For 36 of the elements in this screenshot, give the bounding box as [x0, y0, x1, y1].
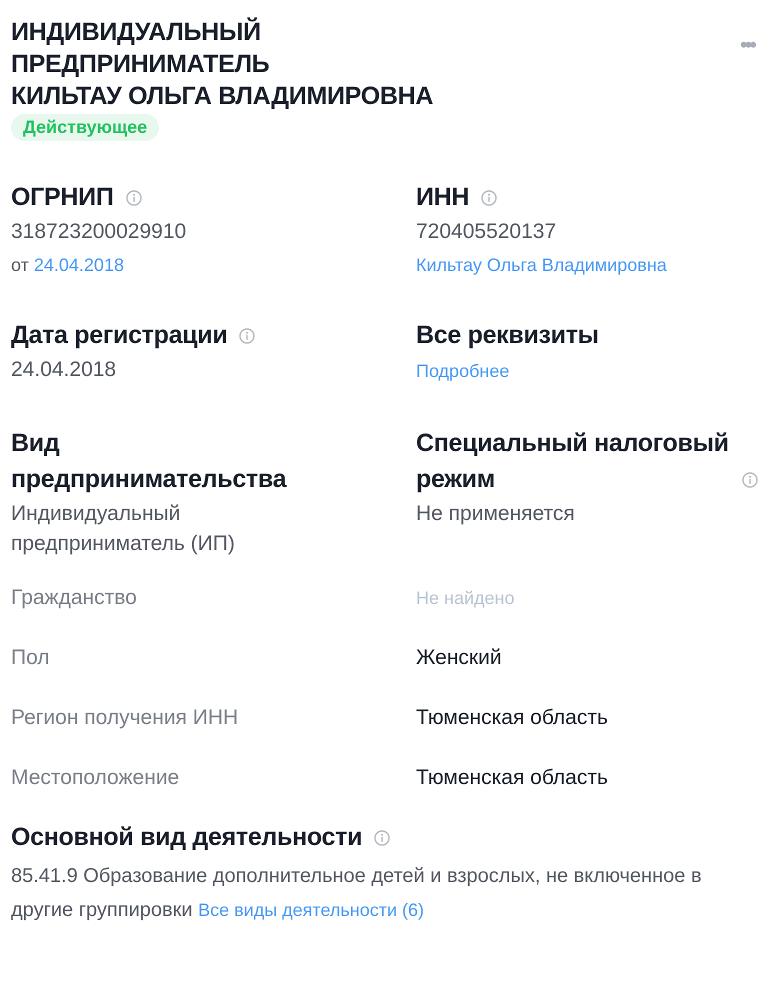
property-label: Гражданство: [11, 585, 138, 611]
info-icon[interactable]: [742, 472, 758, 488]
field-value: 24.04.2018: [11, 357, 118, 383]
info-icon[interactable]: [126, 190, 142, 206]
field-value: 720405520137: [416, 219, 558, 245]
property-value: Тюменская область: [416, 765, 609, 791]
property-label: Местоположение: [11, 765, 180, 791]
all-activities-link[interactable]: Все виды деятельности (6): [198, 900, 424, 920]
section-title: Все реквизиты: [416, 320, 599, 351]
activity-description: 85.41.9 Образование дополнительное детей и взрослых, не включенное в другие группировки Все виды деятельности (6): [11, 864, 703, 923]
section-title: Основной вид деятельности: [11, 822, 362, 853]
field-value: 318723200029910: [11, 219, 188, 245]
company-title: ИНДИВИДУАЛЬНЫЙ: [11, 16, 261, 48]
info-icon[interactable]: [239, 328, 256, 344]
section-title: ОГРНИП: [11, 182, 114, 213]
section-title: ИНН: [416, 182, 470, 213]
company-title: ПРЕДПРИНИМАТЕЛЬ: [11, 49, 270, 80]
property-label: Регион получения ИНН: [11, 705, 240, 731]
status-badge: Действующее: [11, 114, 160, 141]
field-value: Индивидуальный предприниматель (ИП): [11, 501, 236, 557]
detail-link[interactable]: Кильтау Ольга Владимировна: [416, 255, 667, 275]
property-value: Тюменская область: [416, 705, 609, 731]
company-title: КИЛЬТАУ ОЛЬГА ВЛАДИМИРОВНА: [11, 81, 434, 112]
property-value: Не найдено: [416, 587, 516, 610]
date-link[interactable]: 24.04.2018: [34, 255, 124, 275]
field-value: Не применяется: [416, 501, 576, 527]
section-title: Дата регистрации: [11, 320, 228, 351]
section-title: Вид предпринимательства: [11, 428, 288, 495]
detail-link[interactable]: Подробнее: [416, 361, 510, 381]
section-title: Специальный налоговый режим: [416, 428, 730, 495]
more-button[interactable]: •••: [740, 34, 754, 56]
info-icon[interactable]: [374, 830, 390, 846]
info-icon[interactable]: [481, 190, 498, 206]
date-prefix: от: [11, 255, 29, 275]
property-value: Женский: [416, 645, 503, 671]
property-label: Пол: [11, 645, 51, 671]
